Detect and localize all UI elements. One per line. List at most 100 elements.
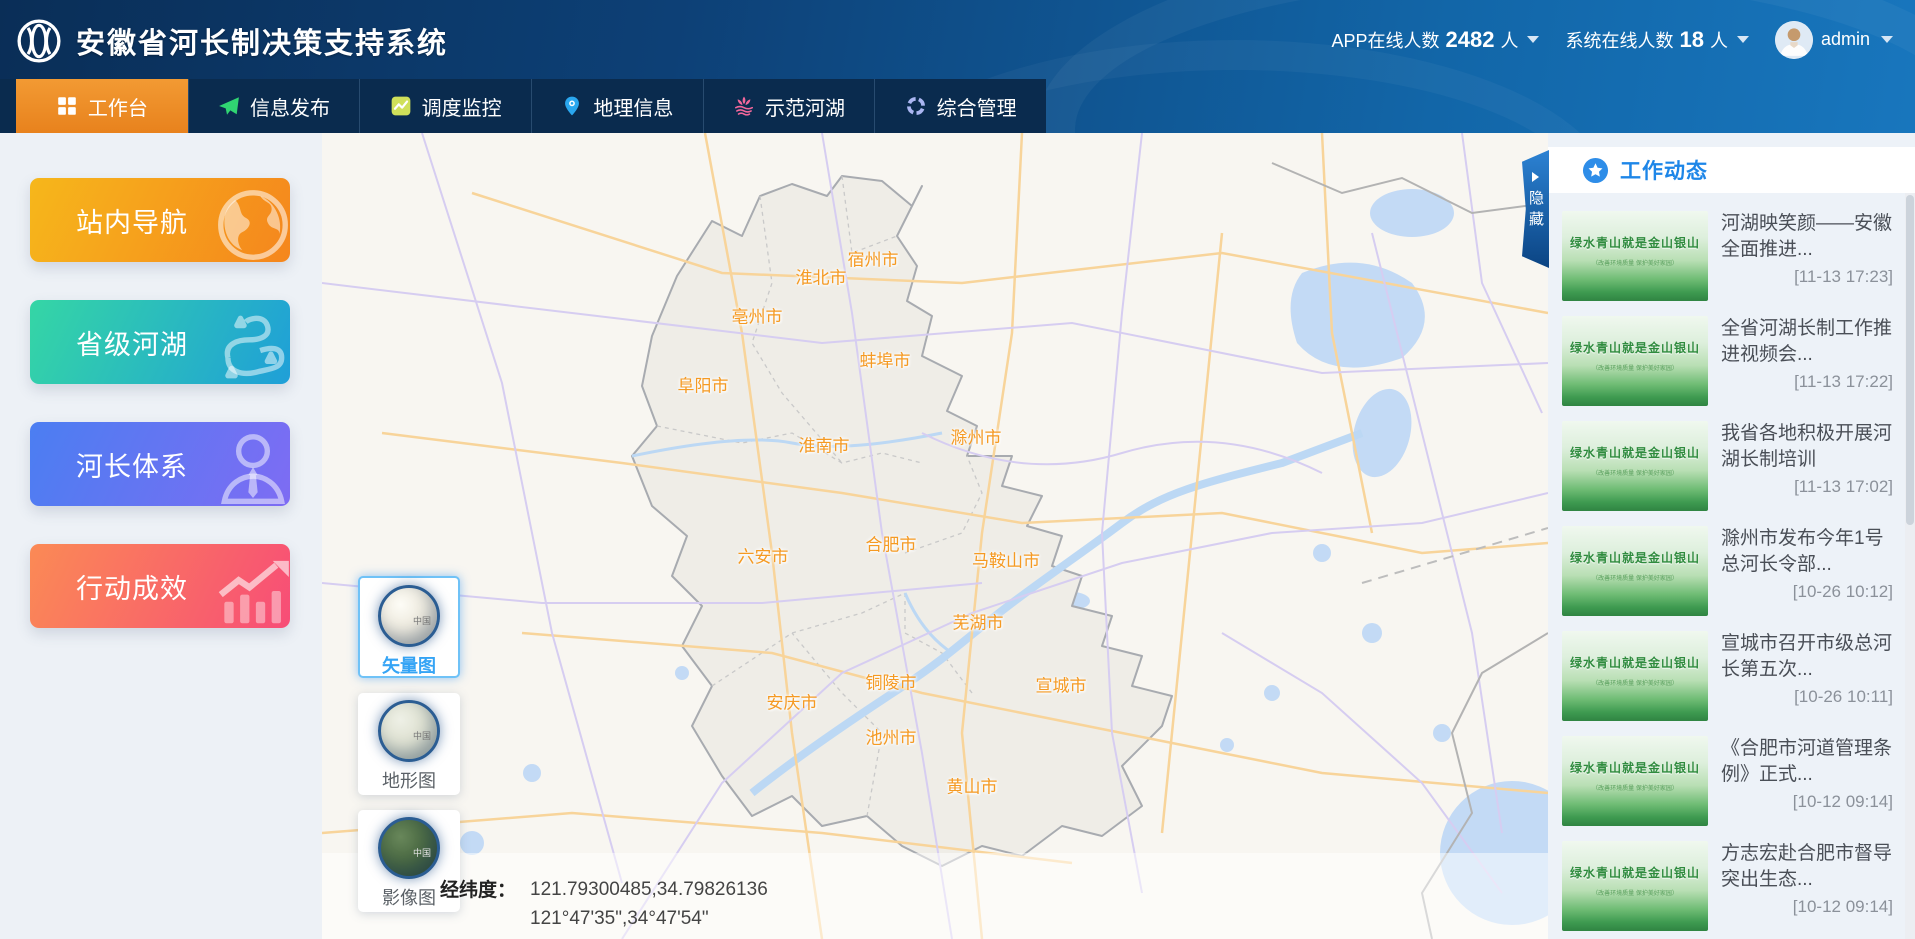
coordinates-label: 经纬度： (440, 875, 516, 933)
news-title: 《合肥市河道管理条例》正式... (1721, 736, 1893, 788)
map-layer-option[interactable]: 中国 矢量图 (358, 576, 460, 678)
sidebar-button[interactable]: 河长体系 (30, 422, 290, 506)
main-nav: 工作台 信息发布 调度监控 地理信息 (0, 79, 1046, 133)
arrow-right-icon (1532, 172, 1539, 182)
river-icon (210, 304, 290, 384)
system-online-dropdown[interactable]: 系统在线人数 18 人 (1565, 27, 1748, 53)
nav-tab-label: 调度监控 (422, 92, 502, 121)
nav-tab[interactable]: 调度监控 (359, 79, 531, 133)
news-item[interactable]: 绿水青山就是金山银山 （改善环境质量 保护美好家园） 宣城市召开市级总河长第五次… (1562, 631, 1893, 721)
app-online-count: 2482 (1446, 27, 1495, 53)
news-timestamp: [11-13 17:02] (1721, 477, 1893, 497)
news-timestamp: [10-26 10:11] (1721, 687, 1893, 707)
nav-tab-label: 工作台 (88, 92, 148, 121)
app-online-unit: 人 (1500, 27, 1518, 53)
chart-up-icon (210, 548, 290, 628)
thumbnail-banner-text: 绿水青山就是金山银山 (1562, 654, 1708, 671)
location-icon (561, 95, 583, 117)
thumbnail-banner-subtext: （改善环境质量 保护美好家园） (1562, 363, 1708, 372)
nav-tab-label: 示范河湖 (765, 92, 845, 121)
nav-tab[interactable]: 工作台 (16, 79, 188, 133)
news-title: 滁州市发布今年1号总河长令部... (1721, 526, 1893, 578)
thumbnail-banner-subtext: （改善环境质量 保护美好家园） (1562, 888, 1708, 897)
header: 安徽省河长制决策支持系统 APP在线人数 2482 人 系统在线人数 18 人 (0, 0, 1915, 133)
sidebar-button[interactable]: 站内导航 (30, 178, 290, 262)
app-online-dropdown[interactable]: APP在线人数 2482 人 (1332, 27, 1540, 53)
thumbnail-banner-text: 绿水青山就是金山银山 (1562, 234, 1708, 251)
news-timestamp: [10-26 10:12] (1721, 582, 1893, 602)
nav-tab[interactable]: 信息发布 (188, 79, 360, 133)
nav-tab[interactable]: 示范河湖 (703, 79, 875, 133)
coordinates-readout: 经纬度： 121.79300485,34.79826136 121°47'35"… (440, 875, 768, 933)
app-root: 安徽省河长制决策支持系统 APP在线人数 2482 人 系统在线人数 18 人 (0, 0, 1915, 939)
news-thumbnail: 绿水青山就是金山银山 （改善环境质量 保护美好家园） (1562, 631, 1708, 721)
news-timestamp: [10-12 09:14] (1721, 792, 1893, 812)
hide-panel-button[interactable]: 隐藏 (1522, 150, 1549, 268)
thumbnail-banner-text: 绿水青山就是金山银山 (1562, 759, 1708, 776)
system-online-label: 系统在线人数 (1565, 27, 1673, 53)
thumbnail-banner-subtext: （改善环境质量 保护美好家园） (1562, 468, 1708, 477)
nav-tab[interactable]: 地理信息 (531, 79, 703, 133)
username: admin (1821, 29, 1870, 50)
sidebar-button-label: 行动成效 (30, 567, 188, 606)
news-timestamp: [11-13 17:23] (1721, 267, 1893, 287)
brand: 安徽省河长制决策支持系统 (16, 12, 448, 70)
globe-label: 中国 (413, 846, 431, 859)
system-online-unit: 人 (1710, 27, 1728, 53)
scrollbar-thumb[interactable] (1906, 195, 1914, 525)
thumbnail-banner-subtext: （改善环境质量 保护美好家园） (1562, 783, 1708, 792)
nav-tab[interactable]: 综合管理 (874, 79, 1046, 133)
news-timestamp: [11-13 17:22] (1721, 372, 1893, 392)
system-online-count: 18 (1679, 27, 1703, 53)
sidebar-button-label: 省级河湖 (30, 323, 188, 362)
globe-label: 中国 (413, 729, 431, 742)
nav-tab-label: 综合管理 (937, 92, 1017, 121)
sidebar-button[interactable]: 省级河湖 (30, 300, 290, 384)
app-online-label: APP在线人数 (1332, 27, 1440, 53)
news-item[interactable]: 绿水青山就是金山银山 （改善环境质量 保护美好家园） 方志宏赴合肥市督导突出生态… (1562, 841, 1893, 931)
layer-label: 地形图 (358, 767, 460, 793)
thumbnail-banner-subtext: （改善环境质量 保护美好家园） (1562, 573, 1708, 582)
caret-down-icon (1881, 36, 1893, 43)
basemap-graphic (322, 133, 1548, 939)
news-item[interactable]: 绿水青山就是金山银山 （改善环境质量 保护美好家园） 我省各地积极开展河湖长制培… (1562, 421, 1893, 511)
globe-thumbnail: 中国 (378, 700, 440, 762)
news-thumbnail: 绿水青山就是金山银山 （改善环境质量 保护美好家园） (1562, 316, 1708, 406)
news-panel-title: 工作动态 (1620, 155, 1708, 185)
news-title: 方志宏赴合肥市督导突出生态... (1721, 841, 1893, 893)
user-menu[interactable]: admin (1775, 21, 1893, 59)
news-timestamp: [10-12 09:14] (1721, 897, 1893, 917)
thumbnail-banner-text: 绿水青山就是金山银山 (1562, 444, 1708, 461)
thumbnail-banner-text: 绿水青山就是金山银山 (1562, 864, 1708, 881)
header-right: APP在线人数 2482 人 系统在线人数 18 人 (1332, 0, 1894, 79)
coordinates-decimal: 121.79300485,34.79826136 (530, 875, 768, 904)
news-thumbnail: 绿水青山就是金山银山 （改善环境质量 保护美好家园） (1562, 211, 1708, 301)
page-title: 安徽省河长制决策支持系统 (76, 20, 448, 62)
news-thumbnail: 绿水青山就是金山银山 （改善环境质量 保护美好家园） (1562, 421, 1708, 511)
news-panel-header: 工作动态 (1548, 147, 1915, 193)
news-item[interactable]: 绿水青山就是金山银山 （改善环境质量 保护美好家园） 河湖映笑颜——安徽全面推进… (1562, 211, 1893, 301)
news-item[interactable]: 绿水青山就是金山银山 （改善环境质量 保护美好家园） 《合肥市河道管理条例》正式… (1562, 736, 1893, 826)
news-item[interactable]: 绿水青山就是金山银山 （改善环境质量 保护美好家园） 全省河湖长制工作推进视频会… (1562, 316, 1893, 406)
layer-label: 矢量图 (360, 652, 458, 678)
news-title: 河湖映笑颜——安徽全面推进... (1721, 211, 1893, 263)
app-logo-icon (16, 18, 62, 64)
globe-icon (210, 182, 290, 262)
map-layer-option[interactable]: 中国 地形图 (358, 693, 460, 795)
person-icon (210, 426, 290, 506)
news-list: 绿水青山就是金山银山 （改善环境质量 保护美好家园） 河湖映笑颜——安徽全面推进… (1548, 193, 1915, 931)
sidebar-button-label: 站内导航 (30, 201, 188, 240)
panel-scrollbar[interactable] (1905, 193, 1915, 939)
news-title: 宣城市召开市级总河长第五次... (1721, 631, 1893, 683)
news-item[interactable]: 绿水青山就是金山银山 （改善环境质量 保护美好家园） 滁州市发布今年1号总河长令… (1562, 526, 1893, 616)
news-thumbnail: 绿水青山就是金山银山 （改善环境质量 保护美好家园） (1562, 841, 1708, 931)
avatar (1775, 21, 1813, 59)
thumbnail-banner-text: 绿水青山就是金山银山 (1562, 549, 1708, 566)
sidebar-button-label: 河长体系 (30, 445, 188, 484)
map-canvas[interactable]: 宿州市 淮北市 亳州市 蚌埠市 阜阳市 淮南市 滁州市 六安市 合肥市 马鞍山市… (322, 133, 1548, 939)
nav-tab-label: 信息发布 (250, 92, 330, 121)
sidebar-button[interactable]: 行动成效 (30, 544, 290, 628)
caret-down-icon (1737, 36, 1749, 43)
thumbnail-banner-text: 绿水青山就是金山银山 (1562, 339, 1708, 356)
caret-down-icon (1527, 36, 1539, 43)
